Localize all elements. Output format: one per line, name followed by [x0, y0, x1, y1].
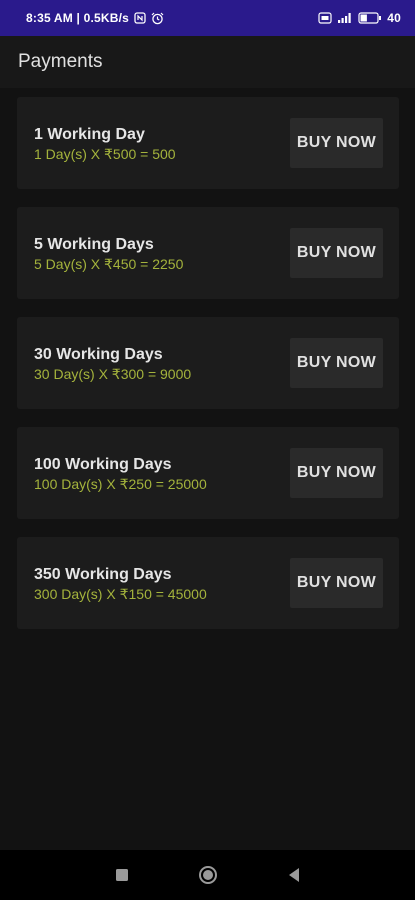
plan-price: 100 Day(s) X ₹250 = 25000 — [34, 476, 207, 492]
status-time-network: 8:35 AM | 0.5KB/s — [26, 11, 130, 25]
plan-title: 350 Working Days — [34, 566, 172, 583]
plan-card: 350 Working Days 300 Day(s) X ₹150 = 450… — [17, 537, 399, 629]
alarm-icon — [151, 12, 164, 25]
plan-card: 1 Working Day 1 Day(s) X ₹500 = 500 BUY … — [17, 97, 399, 189]
buy-now-button[interactable]: BUY NOW — [290, 338, 383, 388]
plan-card: 5 Working Days 5 Day(s) X ₹450 = 2250 BU… — [17, 207, 399, 299]
signal-icon — [337, 12, 353, 24]
status-left: 8:35 AM | 0.5KB/s — [26, 11, 164, 25]
status-bar: 8:35 AM | 0.5KB/s 40 — [0, 0, 415, 36]
buy-now-button[interactable]: BUY NOW — [290, 448, 383, 498]
page-title: Payments — [18, 51, 103, 72]
plan-title: 1 Working Day — [34, 126, 145, 143]
plan-card: 30 Working Days 30 Day(s) X ₹300 = 9000 … — [17, 317, 399, 409]
battery-text: 40 — [387, 11, 401, 25]
volte-icon — [318, 12, 332, 24]
status-right: 40 — [318, 11, 401, 25]
plan-list: 1 Working Day 1 Day(s) X ₹500 = 500 BUY … — [0, 88, 415, 629]
home-circle-icon[interactable] — [196, 863, 220, 887]
plan-price: 300 Day(s) X ₹150 = 45000 — [34, 586, 207, 602]
plan-title: 5 Working Days — [34, 236, 154, 253]
nfc-icon — [134, 12, 146, 24]
plan-price: 30 Day(s) X ₹300 = 9000 — [34, 366, 192, 382]
plan-info: 30 Working Days 30 Day(s) X ₹300 = 9000 — [34, 343, 191, 383]
buy-now-button[interactable]: BUY NOW — [290, 558, 383, 608]
system-nav-bar — [0, 850, 415, 900]
plan-info: 5 Working Days 5 Day(s) X ₹450 = 2250 — [34, 233, 183, 273]
plan-title: 30 Working Days — [34, 346, 163, 363]
app-bar: Payments — [0, 36, 415, 88]
plan-info: 100 Working Days 100 Day(s) X ₹250 = 250… — [34, 453, 207, 493]
buy-now-button[interactable]: BUY NOW — [290, 118, 383, 168]
back-triangle-icon[interactable] — [282, 863, 306, 887]
plan-card: 100 Working Days 100 Day(s) X ₹250 = 250… — [17, 427, 399, 519]
recents-square-icon[interactable] — [110, 863, 134, 887]
plan-price: 1 Day(s) X ₹500 = 500 — [34, 146, 176, 162]
plan-price: 5 Day(s) X ₹450 = 2250 — [34, 256, 184, 272]
buy-now-button[interactable]: BUY NOW — [290, 228, 383, 278]
plan-info: 350 Working Days 300 Day(s) X ₹150 = 450… — [34, 563, 207, 603]
plan-info: 1 Working Day 1 Day(s) X ₹500 = 500 — [34, 123, 176, 163]
plan-title: 100 Working Days — [34, 456, 172, 473]
battery-icon — [358, 12, 382, 24]
